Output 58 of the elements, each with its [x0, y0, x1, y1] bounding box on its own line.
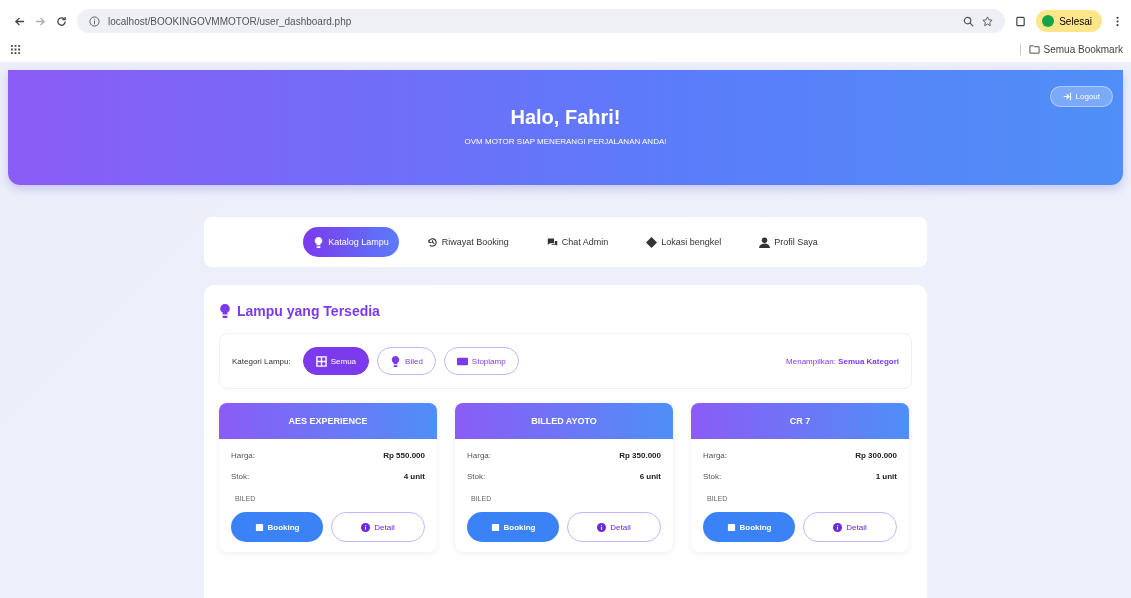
apps-icon[interactable]	[10, 43, 21, 55]
category-chip[interactable]: Semua	[302, 347, 370, 375]
booking-button[interactable]: Booking	[467, 512, 559, 542]
filter-status: Menampilkan: Semua Kategori	[786, 356, 899, 366]
profile-button[interactable]: Selesai	[1036, 10, 1102, 32]
back-icon[interactable]	[14, 15, 25, 27]
location-icon	[646, 236, 658, 248]
info-icon	[89, 15, 100, 27]
info-icon	[361, 522, 371, 532]
grid-icon	[315, 355, 327, 367]
detail-button[interactable]: Detail	[331, 512, 425, 542]
price-label: Harga:	[467, 451, 491, 460]
stock-value: 6 unit	[639, 472, 661, 481]
star-icon[interactable]	[982, 15, 994, 27]
nav-tab[interactable]: Riwayat Booking	[416, 227, 519, 257]
stock-label: Stok:	[467, 472, 486, 481]
logout-icon	[1062, 92, 1072, 101]
category-chip[interactable]: Biled	[377, 347, 436, 375]
stock-value: 1 unit	[875, 472, 897, 481]
product-name: AES EXPERIENCE	[219, 403, 437, 439]
extensions-icon[interactable]	[1015, 15, 1027, 27]
lightbulb-icon	[313, 236, 325, 248]
greeting-title: Halo, Fahri!	[510, 106, 621, 129]
lightbulb-icon	[219, 304, 231, 318]
price-label: Harga:	[703, 451, 727, 460]
card-icon	[456, 355, 468, 367]
detail-button[interactable]: Detail	[803, 512, 897, 542]
stock-label: Stok:	[703, 472, 722, 481]
zoom-icon[interactable]	[963, 15, 975, 27]
category-chip[interactable]: Stoplamp	[443, 347, 519, 375]
price-label: Harga:	[231, 451, 255, 460]
tagline: OVM MOTOR SIAP MENERANGI PERJALANAN ANDA!	[464, 137, 667, 146]
stock-value: 4 unit	[403, 472, 425, 481]
user-icon	[759, 236, 771, 248]
booking-button[interactable]: Booking	[231, 512, 323, 542]
nav-tab[interactable]: Katalog Lampu	[303, 227, 399, 257]
product-name: CR 7	[691, 403, 909, 439]
filter-label: Kategori Lampu:	[232, 356, 291, 366]
address-bar[interactable]: localhost/BOOKINGOVMMOTOR/user_dashboard.php	[77, 9, 1006, 33]
info-icon	[833, 522, 843, 532]
stock-label: Stok:	[231, 472, 250, 481]
bookmarks-folder[interactable]: Semua Bookmark	[1019, 43, 1123, 55]
detail-button[interactable]: Detail	[567, 512, 661, 542]
info-icon	[597, 522, 607, 532]
price-value: Rp 350.000	[619, 451, 661, 460]
folder-icon	[1028, 43, 1040, 55]
section-title: Lampu yang Tersedia	[237, 303, 380, 319]
lightbulb-icon	[390, 355, 402, 367]
history-icon	[426, 236, 438, 248]
nav-tab[interactable]: Lokasi bengkel	[636, 227, 732, 257]
price-value: Rp 550.000	[383, 451, 425, 460]
booking-button[interactable]: Booking	[703, 512, 795, 542]
reload-icon[interactable]	[56, 15, 67, 27]
chat-icon	[546, 236, 558, 248]
product-name: BILLED AYOTO	[455, 403, 673, 439]
price-value: Rp 300.000	[855, 451, 897, 460]
nav-tab[interactable]: Profil Saya	[749, 227, 828, 257]
nav-tab[interactable]: Chat Admin	[536, 227, 619, 257]
